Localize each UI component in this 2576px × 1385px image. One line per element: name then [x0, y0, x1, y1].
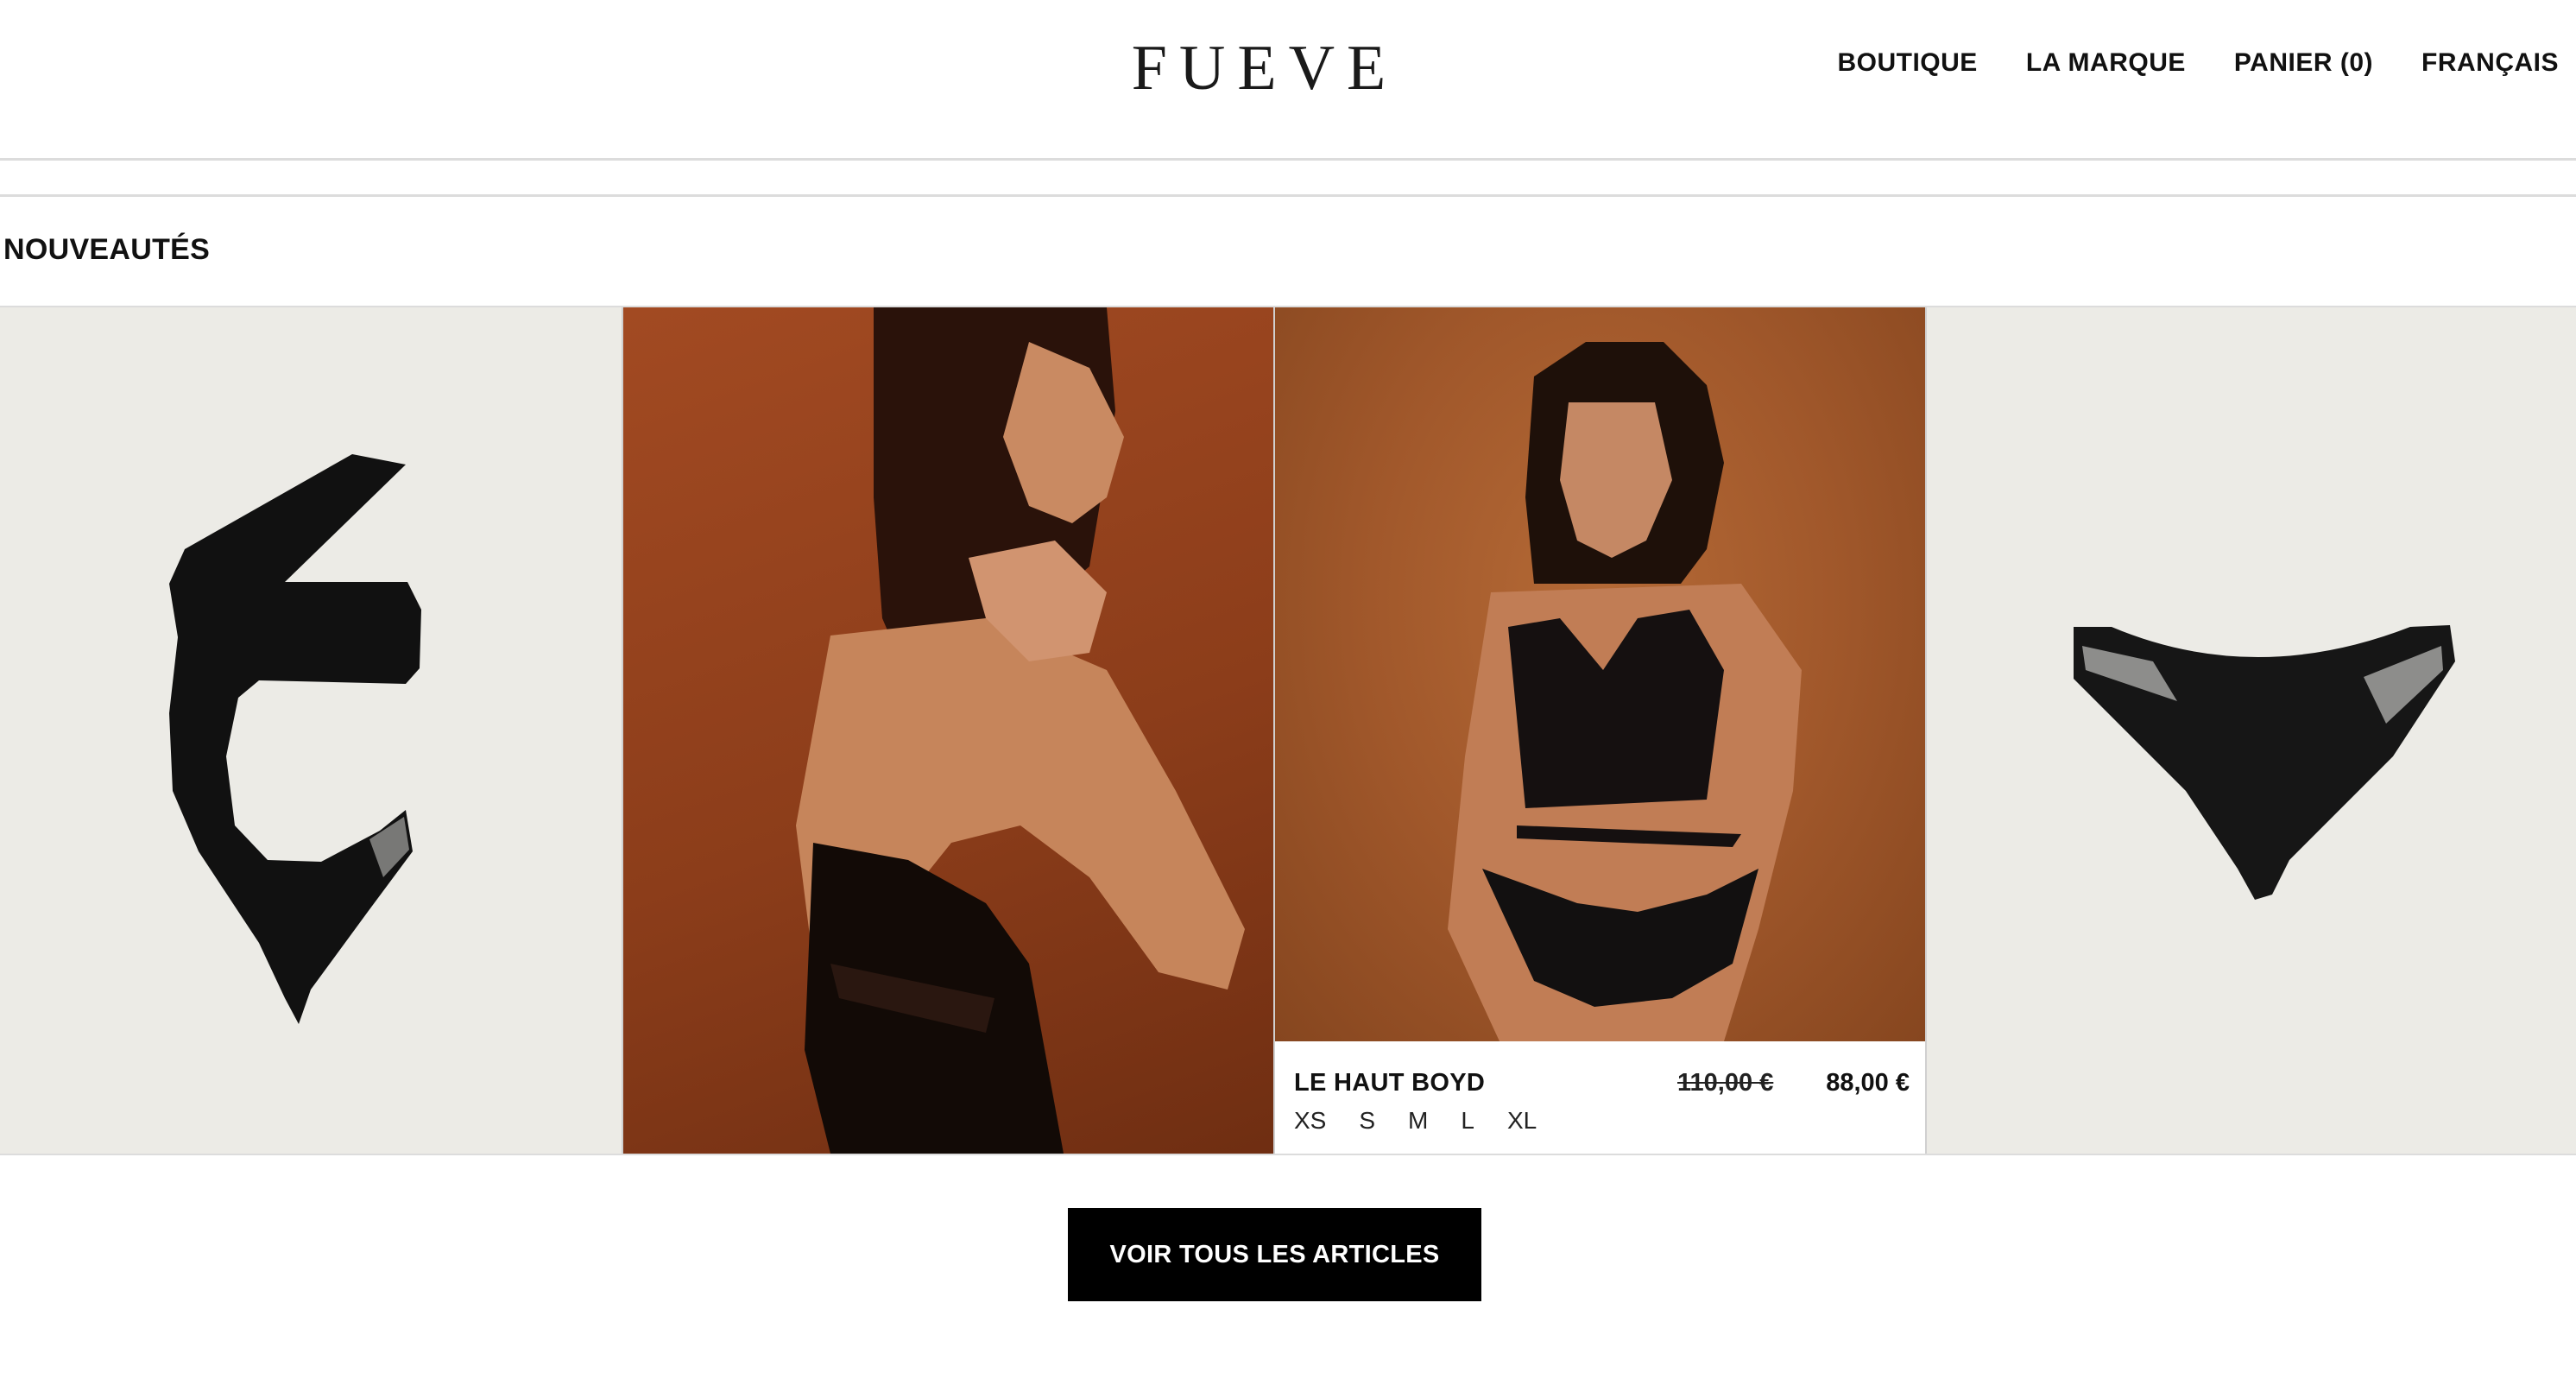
product-card-2[interactable]	[622, 307, 1273, 1154]
bikini-bottom-image	[2074, 625, 2455, 900]
price-original: 110,00 €	[1677, 1069, 1774, 1097]
size-option[interactable]: L	[1461, 1107, 1474, 1135]
header-divider	[0, 161, 2576, 197]
size-options: XS S M L XL	[1294, 1107, 1537, 1135]
swimsuit-image	[169, 454, 421, 1024]
view-all-button[interactable]: VOIR TOUS LES ARTICLES	[1068, 1208, 1481, 1301]
model-bikini-photo	[1275, 307, 1925, 1041]
product-card-4[interactable]	[1927, 307, 2576, 1154]
nav-boutique[interactable]: BOUTIQUE	[1837, 48, 1977, 78]
model-photo	[796, 307, 1245, 1154]
size-option[interactable]: XL	[1507, 1107, 1537, 1135]
product-card-1[interactable]	[0, 307, 622, 1154]
brand-logo[interactable]: FUEVE	[1122, 29, 1407, 107]
price-sale: 88,00 €	[1826, 1069, 1910, 1097]
nav-la-marque[interactable]: LA MARQUE	[2026, 48, 2186, 78]
nav-cart[interactable]: PANIER (0)	[2234, 48, 2373, 78]
nav-language[interactable]: FRANÇAIS	[2421, 48, 2559, 78]
size-option[interactable]: M	[1408, 1107, 1428, 1135]
size-option[interactable]: S	[1359, 1107, 1375, 1135]
main-nav: BOUTIQUE LA MARQUE PANIER (0) FRANÇAIS	[1837, 48, 2559, 78]
product-info: LE HAUT BOYD 110,00 € 88,00 € XS S M L X…	[1275, 1043, 1925, 1154]
product-card-3[interactable]: LE HAUT BOYD 110,00 € 88,00 € XS S M L X…	[1273, 307, 1927, 1154]
size-option[interactable]: XS	[1294, 1107, 1326, 1135]
section-title: NOUVEAUTÉS	[3, 233, 211, 266]
product-name[interactable]: LE HAUT BOYD	[1294, 1069, 1485, 1097]
site-header: FUEVE BOUTIQUE LA MARQUE PANIER (0) FRAN…	[0, 0, 2576, 161]
product-grid: LE HAUT BOYD 110,00 € 88,00 € XS S M L X…	[0, 306, 2576, 1155]
